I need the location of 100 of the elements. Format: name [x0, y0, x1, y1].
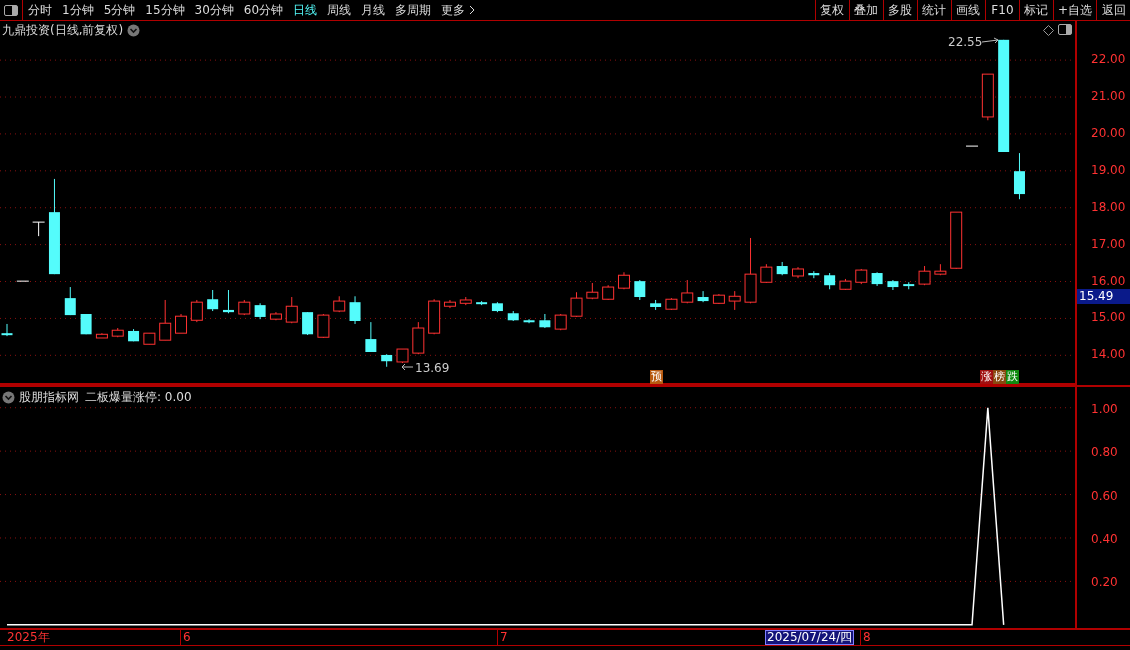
- price-axis-label: 21.00: [1091, 89, 1126, 103]
- candle: [396, 348, 409, 364]
- candle: [269, 311, 282, 321]
- signal-marker: 涨: [980, 370, 993, 384]
- period-tab[interactable]: 多周期: [390, 0, 437, 20]
- candle: [111, 327, 124, 338]
- indicator-axis-label: 0.60: [1091, 488, 1118, 503]
- current-price-label: 15.49: [1077, 289, 1130, 304]
- candle: [317, 313, 330, 339]
- candle: [507, 310, 519, 322]
- period-tab[interactable]: 更多: [436, 0, 481, 20]
- candle: [159, 299, 172, 341]
- candle: [792, 266, 804, 279]
- signal-marker: 榜: [993, 370, 1006, 384]
- period-tab[interactable]: 日线: [288, 0, 323, 20]
- candle: [333, 295, 346, 313]
- toolbar-button[interactable]: 叠加: [848, 0, 883, 20]
- stock-title: 九鼎投资(日线,前复权): [2, 22, 124, 39]
- candle: [903, 281, 915, 290]
- candle: [602, 284, 615, 301]
- candle: [459, 296, 472, 306]
- candle: [697, 290, 709, 303]
- period-tab[interactable]: 30分钟: [189, 0, 239, 20]
- candle: [712, 293, 725, 305]
- signal-marker: 预: [650, 370, 663, 384]
- price-axis-label: 15.00: [1091, 310, 1126, 325]
- candle: [539, 313, 551, 329]
- period-tab[interactable]: 月线: [356, 0, 391, 20]
- candle: [918, 265, 931, 286]
- candle: [808, 270, 820, 279]
- candle: [1014, 152, 1025, 200]
- candle: [428, 298, 441, 335]
- candle: [950, 211, 963, 270]
- candle: [934, 263, 947, 276]
- period-tab[interactable]: 5分钟: [98, 0, 141, 20]
- candle: [285, 296, 298, 324]
- candle: [223, 289, 234, 314]
- candle: [855, 268, 868, 285]
- candle: [618, 271, 630, 290]
- candle: [238, 299, 251, 316]
- toolbar-button[interactable]: F10: [984, 0, 1019, 20]
- signal-marker: 跌: [1006, 370, 1019, 384]
- toolbar-button[interactable]: 标记: [1018, 0, 1053, 20]
- date-axis-label: 2025年: [6, 630, 50, 645]
- candle: [476, 300, 488, 306]
- candle: [981, 73, 994, 121]
- toolbar-button[interactable]: +自选: [1052, 0, 1096, 20]
- price-axis-label: 16.00: [1091, 273, 1126, 288]
- period-tab[interactable]: 分时: [23, 0, 57, 20]
- candle: [1, 323, 13, 337]
- date-axis-label: 6: [180, 630, 191, 645]
- candle: [586, 282, 599, 300]
- candle: [95, 332, 108, 339]
- date-axis-label: 7: [497, 630, 508, 645]
- candle: [143, 332, 156, 345]
- diamond-icon[interactable]: [1043, 25, 1054, 36]
- dropdown-icon[interactable]: [2, 391, 15, 404]
- candle: [349, 295, 361, 325]
- price-axis-label: 19.00: [1091, 162, 1126, 177]
- date-axis-label: 8: [860, 630, 871, 645]
- candle: [871, 271, 883, 287]
- candle: [254, 302, 266, 320]
- high-price-label: 22.55: [948, 35, 983, 49]
- period-tab[interactable]: 60分钟: [238, 0, 289, 20]
- candle: [302, 311, 314, 336]
- toolbar-button[interactable]: 返回: [1096, 0, 1130, 20]
- candle: [650, 299, 662, 311]
- toolbar-button[interactable]: 统计: [916, 0, 951, 20]
- toolbar-button[interactable]: 多股: [882, 0, 917, 20]
- toolbar-button[interactable]: 复权: [814, 0, 849, 20]
- candle: [728, 290, 741, 311]
- pointer-arrow-icon: [401, 363, 414, 371]
- candle: [491, 301, 503, 313]
- candle: [776, 261, 788, 276]
- candle: [554, 313, 567, 331]
- candle: [887, 279, 899, 291]
- period-tab[interactable]: 1分钟: [57, 0, 99, 20]
- candle: [744, 237, 757, 304]
- candle: [32, 221, 46, 237]
- dropdown-icon[interactable]: [127, 24, 141, 37]
- candle: [523, 318, 535, 324]
- low-price-label: 13.69: [415, 361, 450, 375]
- price-axis-label: 18.00: [1091, 199, 1126, 214]
- price-axis-label: 17.00: [1091, 236, 1126, 251]
- indicator-axis-label: 0.20: [1091, 575, 1118, 590]
- candle: [190, 299, 203, 323]
- indicator-value: 二板爆量涨停: 0.00: [85, 389, 192, 406]
- candle: [412, 321, 425, 355]
- period-tab[interactable]: 15分钟: [140, 0, 190, 20]
- candle: [665, 297, 678, 311]
- candle: [681, 279, 694, 304]
- candle: [443, 299, 456, 309]
- toolbar-button[interactable]: 画线: [950, 0, 985, 20]
- candle: [634, 279, 646, 301]
- price-axis-label: 20.00: [1091, 125, 1126, 140]
- indicator-source: 股朋指标网: [19, 389, 79, 406]
- panel-toggle-icon[interactable]: [1058, 24, 1072, 35]
- candle: [175, 313, 187, 334]
- candle: [570, 291, 583, 318]
- period-tab[interactable]: 周线: [322, 0, 357, 20]
